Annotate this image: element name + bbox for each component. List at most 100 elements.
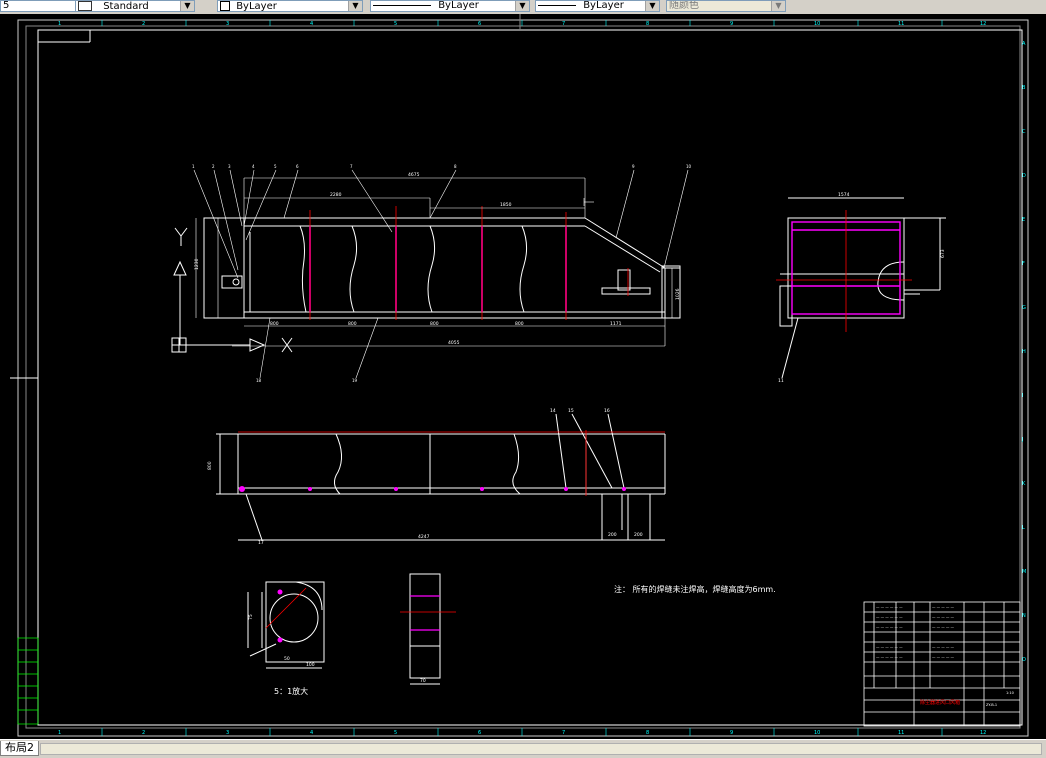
svg-text:4: 4 [310,21,313,27]
balloon-8: 8 [454,164,457,169]
drawing-canvas[interactable]: 123 456 789 10 11 12 ABC DEF GHI JKL MNO 1… [0,14,1046,739]
plotstyle-value: 随颜色 [669,0,699,11]
dim-top-a: 2280 [330,192,342,198]
chevron-down-icon[interactable]: ▼ [348,1,362,11]
dim-seg4: 800 [515,321,524,327]
svg-text:11: 11 [898,730,904,736]
color-swatch-icon [220,1,230,11]
balloon-10: 10 [686,164,692,169]
svg-text:1: 1 [58,730,61,736]
detail-caption: 5：1放大 [274,686,308,696]
grid-ticks [101,20,943,736]
dim-plan-height: 800 [207,461,213,470]
side-dim-text: 1574 673 11 [778,192,946,384]
dim-plan-a: 200 [608,532,617,538]
dim-top-overall: 4675 [408,172,420,178]
dim-plan-b: 200 [634,532,643,538]
balloon-19: 19 [352,378,358,383]
balloon-15: 15 [568,408,574,414]
chevron-down-icon[interactable]: ▼ [180,1,194,11]
dim-height-left: 1230 [194,258,200,270]
svg-text:9: 9 [730,21,733,27]
svg-text:E: E [1022,217,1025,223]
dim-detail-h: 75 [248,614,254,620]
plan-dim-text: 4247 800 200 200 14 15 16 17 [207,408,643,546]
text-style-icon [78,1,92,11]
dim-detail-w1: 50 [284,656,290,662]
svg-text:F: F [1022,261,1025,267]
dim-seg2: 800 [348,321,357,327]
svg-text:12: 12 [980,730,986,736]
svg-text:C: C [1022,129,1026,135]
svg-text:N: N [1022,613,1026,619]
svg-text:— — — — —: — — — — — [932,645,954,649]
svg-text:L: L [1022,525,1025,531]
balloon-6: 6 [296,164,299,169]
svg-text:10: 10 [814,730,820,736]
lineweight-preview-icon [538,4,576,6]
chevron-down-icon[interactable]: ▼ [771,1,785,11]
balloon-17: 17 [258,540,264,546]
svg-text:— — — — —: — — — — — [932,655,954,659]
dim-seg5: 1171 [610,321,622,327]
balloon-1: 1 [192,164,195,169]
chevron-down-icon[interactable]: ▼ [515,1,529,11]
svg-text:— — — — —: — — — — — [932,625,954,629]
pipe-view [409,573,441,685]
svg-text:6: 6 [478,730,481,736]
linetype-combo[interactable]: ByLayer ▼ [370,0,530,12]
svg-text:H: H [1022,349,1026,355]
svg-text:B: B [1022,85,1026,91]
svg-text:5: 5 [394,730,397,736]
plan-view [216,413,666,541]
dim-height-right: 1026 [675,288,681,300]
svg-text:D: D [1022,173,1026,179]
drawing-number: ZY-B-1 [986,703,997,707]
dim-pipe-w: 70 [420,678,426,684]
dim-detail-w2: 100 [306,662,315,668]
front-stiffeners [309,226,567,312]
properties-toolbar: 5 ▼ Standard ▼ ByLayer ▼ ByLayer ▼ ByLay… [0,0,1046,15]
ucs-icon [171,227,293,353]
svg-text:M: M [1022,569,1026,575]
balloon-11: 11 [778,378,784,384]
svg-text:— — — — — —: — — — — — — [876,605,903,609]
svg-text:2: 2 [142,21,145,27]
balloon-5: 5 [274,164,277,169]
balloon-16: 16 [604,408,610,414]
textstyle-combo[interactable]: Standard ▼ [75,0,195,12]
svg-text:G: G [1022,305,1026,311]
svg-text:O: O [1022,657,1026,663]
plan-bolts [239,486,626,492]
linetype-preview-icon [373,4,431,6]
svg-text:J: J [1021,437,1023,443]
tab-layout2[interactable]: 布局2 [0,741,39,756]
lineweight-combo[interactable]: ByLayer ▼ [535,0,660,12]
dim-plan-overall: 4247 [418,534,430,540]
chevron-down-icon[interactable]: ▼ [645,1,659,11]
plotstyle-combo[interactable]: 随颜色 ▼ [666,0,786,12]
horizontal-scrollbar[interactable] [40,743,1042,755]
drawing-note: 注： 所有的焊缝未注焊高，焊缝高度为6mm. [614,584,776,594]
svg-text:8: 8 [646,21,649,27]
color-combo[interactable]: ByLayer ▼ [217,0,363,12]
dim-side-h: 673 [940,249,946,258]
svg-text:— — — — —: — — — — — [932,605,954,609]
svg-text:— — — — — —: — — — — — — [876,645,903,649]
svg-text:6: 6 [478,21,481,27]
balloon-4: 4 [252,164,255,169]
dim-side-width: 1574 [838,192,850,198]
pipe-highlight [410,595,440,631]
side-view [779,197,946,379]
color-value: ByLayer [236,1,277,12]
svg-text:1: 1 [58,21,61,27]
dim-bottom-overall: 4055 [448,340,460,346]
revision-table [17,637,39,725]
balloon-14: 14 [550,408,556,414]
textstyle-value: Standard [103,1,149,12]
layout-tab-label: 布局2 [5,741,34,754]
svg-text:7: 7 [562,21,565,27]
front-centerlines [309,206,629,320]
svg-text:I: I [1022,393,1023,399]
svg-text:K: K [1022,481,1026,487]
